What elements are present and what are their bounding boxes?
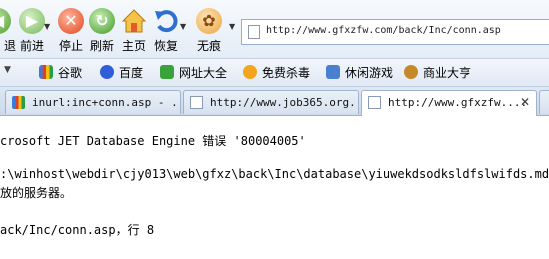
page-content: crosoft JET Database Engine 错误 '80004005… — [0, 116, 549, 259]
tab-title: http://www.job365.org... — [210, 96, 359, 109]
tab-title: inurl:inc+conn.asp - ... — [32, 96, 181, 109]
tab-title: http://www.gfxzfw.... — [388, 96, 528, 109]
business-icon — [404, 65, 418, 79]
close-tab-icon[interactable]: ✕ — [520, 95, 530, 109]
baidu-paw-icon — [100, 65, 114, 79]
undo-dropdown-icon[interactable]: ▼ — [180, 22, 186, 31]
forward-label: 前进 — [19, 39, 44, 53]
forward-arrow-icon: ▶ — [19, 8, 45, 34]
undo-label: 恢复 — [153, 39, 178, 53]
home-icon — [121, 8, 147, 34]
browser-toolbar: ◀ 退 ▶ 前进 ▼ ✕ 停止 ↻ 刷新 主页 恢复 ▼ ✿ 无 — [0, 0, 549, 59]
favorite-antivirus[interactable]: 免费杀毒 — [243, 64, 310, 82]
forward-button[interactable]: ▶ 前进 — [12, 8, 52, 54]
favorite-label: 谷歌 — [58, 66, 83, 80]
games-icon — [326, 65, 340, 79]
google-icon — [12, 96, 25, 109]
address-bar[interactable]: http://www.gfxzfw.com/back/Inc/conn.asp — [241, 19, 549, 45]
favorite-business[interactable]: 商业大亨 — [404, 64, 471, 82]
incognito-label: 无痕 — [196, 39, 221, 53]
page-icon — [190, 96, 203, 109]
page-icon — [248, 25, 260, 39]
undo-icon — [153, 8, 179, 34]
tab-inurl-search[interactable]: inurl:inc+conn.asp - ... — [5, 90, 181, 114]
tab-bar: inurl:inc+conn.asp - ... http://www.job3… — [0, 87, 549, 116]
favorites-bar: ▼ 谷歌 百度 网址大全 免费杀毒 休闲游戏 商业大亨 — [0, 59, 549, 87]
refresh-icon: ↻ — [89, 8, 115, 34]
error-message: 放的服务器。 — [0, 186, 73, 200]
antivirus-icon — [243, 65, 257, 79]
incognito-dropdown-icon[interactable]: ▼ — [229, 22, 235, 31]
favorite-label: 休闲游戏 — [345, 66, 394, 80]
forward-dropdown-icon[interactable]: ▼ — [44, 22, 50, 31]
error-title: crosoft JET Database Engine 错误 '80004005… — [0, 134, 306, 148]
paw-icon: ✿ — [196, 8, 222, 34]
error-path: :\winhost\webdir\cjy013\web\gfxz\back\In… — [0, 167, 549, 181]
favorites-menu-icon[interactable]: ▼ — [4, 65, 11, 83]
undo-button[interactable]: 恢复 — [146, 8, 186, 54]
favorite-label: 商业大亨 — [423, 66, 472, 80]
favorite-google[interactable]: 谷歌 — [39, 64, 82, 82]
favorite-games[interactable]: 休闲游戏 — [326, 64, 393, 82]
address-url[interactable]: http://www.gfxzfw.com/back/Inc/conn.asp — [266, 25, 501, 36]
tab-gfxzfw[interactable]: http://www.gfxzfw.... ✕ — [361, 90, 537, 116]
favorite-baidu[interactable]: 百度 — [100, 64, 143, 82]
stop-icon: ✕ — [58, 8, 84, 34]
incognito-button[interactable]: ✿ 无痕 — [189, 8, 229, 54]
back-arrow-icon: ◀ — [0, 8, 11, 34]
page-icon — [368, 96, 381, 109]
new-tab-button[interactable] — [539, 90, 549, 114]
tab-job365[interactable]: http://www.job365.org... — [183, 90, 359, 114]
favorite-url-directory[interactable]: 网址大全 — [160, 64, 227, 82]
error-location: ack/Inc/conn.asp，行 8 — [0, 223, 155, 237]
url-directory-icon — [160, 65, 174, 79]
google-icon — [39, 65, 53, 79]
favorite-label: 网址大全 — [179, 66, 228, 80]
favorite-label: 免费杀毒 — [262, 66, 311, 80]
favorite-label: 百度 — [119, 66, 144, 80]
